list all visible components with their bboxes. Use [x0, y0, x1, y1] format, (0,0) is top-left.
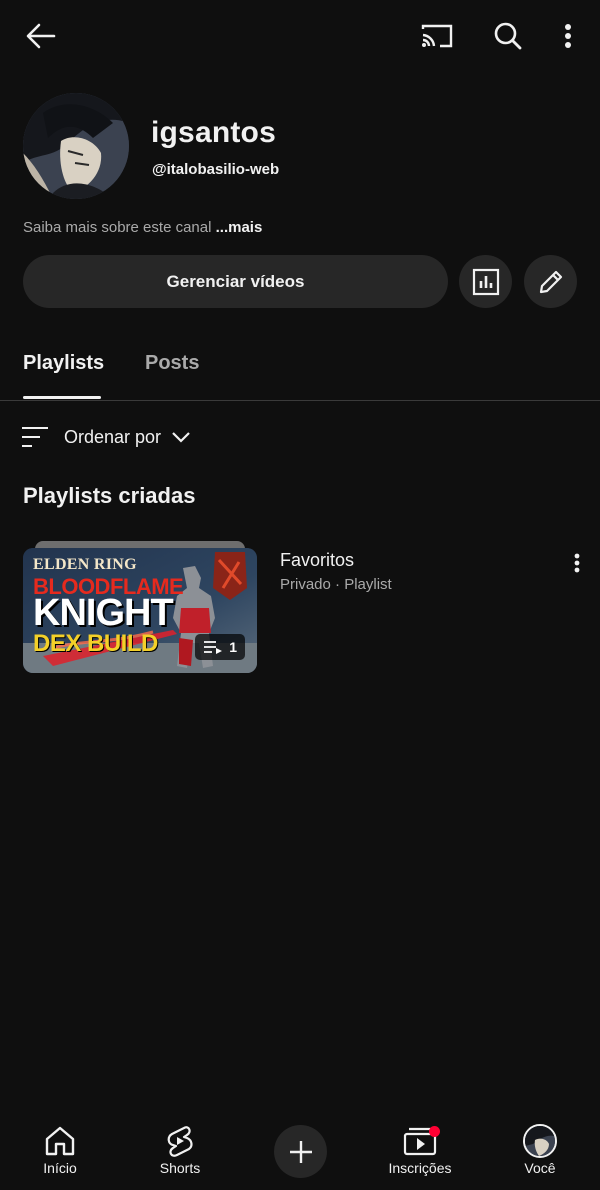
more-vertical-icon [565, 24, 571, 48]
search-icon [494, 22, 522, 50]
about-text: Saiba mais sobre este canal [23, 219, 212, 236]
playlist-thumbnail[interactable]: ELDEN RING BLOODFLAME KNIGHT DEX BUILD 1 [23, 548, 257, 673]
you-avatar-image [525, 1126, 555, 1156]
chevron-down-icon [172, 432, 190, 443]
manage-videos-label: Gerenciar vídeos [166, 271, 305, 291]
playlist-more-button[interactable] [566, 548, 588, 578]
create-button[interactable] [274, 1125, 327, 1178]
back-button[interactable] [22, 18, 60, 54]
avatar-image [23, 93, 129, 199]
thumbnail-text-3: KNIGHT [33, 592, 174, 634]
video-count: 1 [229, 639, 237, 655]
sort-lines-icon [22, 427, 48, 447]
nav-subscriptions-label: Inscrições [388, 1160, 452, 1176]
nav-you-label: Você [524, 1160, 556, 1176]
notification-dot [429, 1126, 440, 1137]
sort-label: Ordenar por [64, 426, 162, 447]
nav-shorts-label: Shorts [159, 1160, 201, 1176]
more-vertical-icon [574, 553, 580, 573]
search-button[interactable] [489, 18, 527, 54]
shorts-icon [167, 1126, 193, 1157]
cast-button[interactable] [418, 18, 456, 54]
channel-name: igsantos [151, 116, 276, 149]
channel-handle: @italobasilio-web [152, 161, 280, 178]
arrow-left-icon [26, 23, 56, 49]
nav-subscriptions[interactable]: Inscrições [360, 1110, 480, 1190]
thumbnail-text-4: DEX BUILD [33, 630, 158, 657]
manage-videos-button[interactable]: Gerenciar vídeos [23, 255, 448, 308]
about-channel-link[interactable]: Saiba mais sobre este canal ...mais [23, 219, 262, 236]
edit-channel-button[interactable] [524, 255, 577, 308]
video-count-badge: 1 [195, 634, 245, 660]
cast-icon [421, 24, 453, 48]
playlist-icon [204, 641, 223, 654]
nav-home[interactable]: Início [0, 1110, 120, 1190]
nav-shorts[interactable]: Shorts [120, 1110, 240, 1190]
active-tab-indicator [23, 396, 101, 399]
nav-home-label: Início [43, 1160, 77, 1176]
avatar-icon [523, 1124, 557, 1158]
section-title: Playlists criadas [23, 483, 196, 508]
thumbnail-text-1: ELDEN RING [33, 556, 137, 573]
pencil-icon [539, 270, 562, 293]
sort-dropdown[interactable]: Ordenar por [21, 422, 191, 452]
playlist-title[interactable]: Favoritos [280, 550, 354, 571]
home-icon [45, 1126, 75, 1156]
plus-icon [289, 1140, 312, 1163]
channel-avatar[interactable] [23, 93, 129, 199]
analytics-icon [472, 268, 499, 295]
tab-divider [0, 400, 600, 401]
about-more: ...mais [215, 219, 263, 236]
tab-posts[interactable]: Posts [145, 352, 199, 375]
analytics-button[interactable] [459, 255, 512, 308]
tab-playlists[interactable]: Playlists [23, 352, 104, 375]
channel-page: igsantos @italobasilio-web Saiba mais so… [0, 0, 600, 1190]
nav-you[interactable]: Você [480, 1110, 600, 1190]
more-options-button[interactable] [553, 18, 583, 54]
playlist-meta: Privado · Playlist [280, 576, 392, 593]
